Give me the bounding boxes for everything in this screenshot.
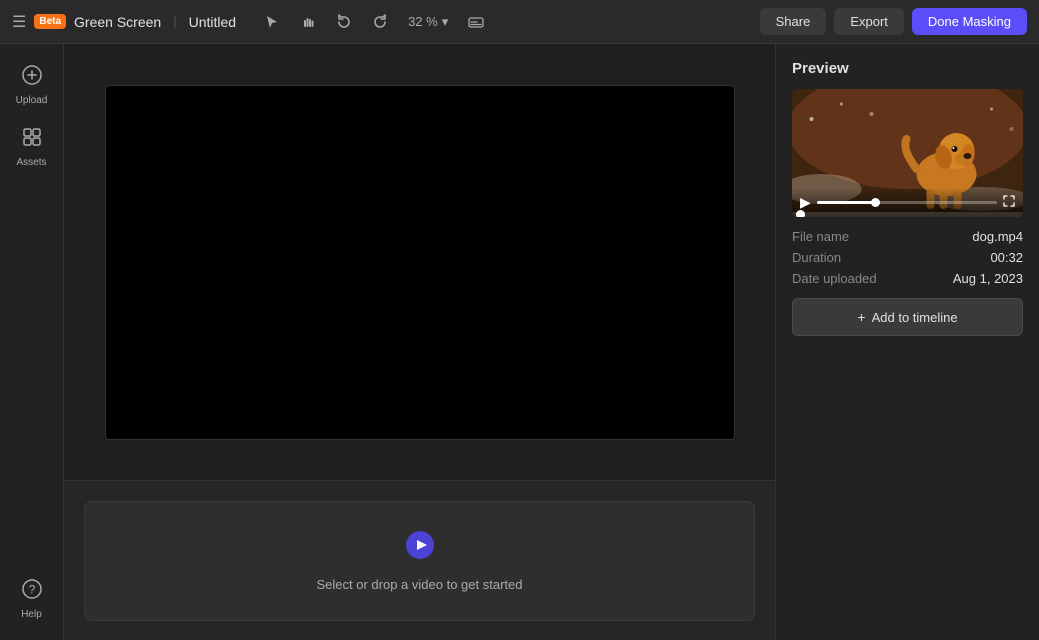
file-name-value: dog.mp4 [972, 229, 1023, 244]
add-to-timeline-button[interactable]: + Add to timeline [792, 298, 1023, 336]
app-title: Green Screen [74, 14, 161, 30]
topbar: ☰ Beta Green Screen | Untitled [0, 0, 1039, 44]
progress-track[interactable] [817, 201, 997, 204]
progress-dot [871, 198, 880, 207]
share-button[interactable]: Share [760, 8, 827, 35]
preview-play-button[interactable]: ▶ [800, 194, 811, 211]
date-row: Date uploaded Aug 1, 2023 [792, 271, 1023, 286]
duration-value: 00:32 [990, 250, 1023, 265]
hamburger-icon[interactable]: ☰ [12, 12, 26, 32]
sidebar: Upload Assets ? Help [0, 44, 64, 640]
topbar-left: ☰ Beta Green Screen | Untitled [12, 6, 752, 38]
canvas-bg [105, 85, 735, 440]
date-label: Date uploaded [792, 271, 877, 286]
duration-row: Duration 00:32 [792, 250, 1023, 265]
zoom-chevron-icon: ▾ [442, 14, 449, 30]
zoom-value: 32 % [408, 14, 438, 29]
plus-icon: + [857, 309, 865, 325]
canvas-wrapper [64, 44, 775, 480]
assets-label: Assets [16, 157, 46, 168]
select-tool-button[interactable] [256, 6, 288, 38]
undo-button[interactable] [328, 6, 360, 38]
help-icon: ? [21, 578, 43, 605]
right-panel: Preview [775, 44, 1039, 640]
timeline-drop-zone[interactable]: Select or drop a video to get started [84, 501, 755, 621]
duration-label: Duration [792, 250, 841, 265]
scrubber-bar[interactable] [792, 212, 1023, 217]
subtitles-button[interactable] [460, 6, 492, 38]
topbar-right: Share Export Done Masking [760, 8, 1027, 35]
file-name-label: File name [792, 229, 849, 244]
help-label: Help [21, 609, 42, 620]
sidebar-item-assets[interactable]: Assets [0, 118, 63, 176]
file-name-row: File name dog.mp4 [792, 229, 1023, 244]
file-info: File name dog.mp4 Duration 00:32 Date up… [792, 229, 1023, 286]
panel-title: Preview [792, 60, 1023, 77]
date-value: Aug 1, 2023 [953, 271, 1023, 286]
upload-icon [21, 64, 43, 91]
sidebar-item-upload[interactable]: Upload [0, 56, 63, 114]
title-divider: | [173, 14, 176, 29]
timeline-play-icon [405, 530, 435, 567]
canvas-area: Select or drop a video to get started [64, 44, 775, 640]
redo-button[interactable] [364, 6, 396, 38]
timeline-drop-text: Select or drop a video to get started [317, 577, 523, 592]
fullscreen-button[interactable] [1003, 195, 1015, 210]
preview-thumbnail: ▶ [792, 89, 1023, 217]
export-button[interactable]: Export [834, 8, 904, 35]
upload-label: Upload [16, 95, 48, 106]
svg-text:?: ? [28, 583, 35, 597]
beta-badge: Beta [34, 14, 66, 29]
sidebar-item-help[interactable]: ? Help [0, 570, 63, 628]
toolbar-icons: 32 % ▾ [256, 6, 492, 38]
main-area: Upload Assets ? Help [0, 44, 1039, 640]
assets-icon [21, 126, 43, 153]
add-timeline-label: Add to timeline [872, 310, 958, 325]
zoom-selector[interactable]: 32 % ▾ [400, 6, 456, 38]
doc-title[interactable]: Untitled [189, 14, 236, 30]
timeline-area: Select or drop a video to get started [64, 480, 775, 640]
scrubber-thumb[interactable] [796, 210, 805, 217]
hand-tool-button[interactable] [292, 6, 324, 38]
done-masking-button[interactable]: Done Masking [912, 8, 1027, 35]
